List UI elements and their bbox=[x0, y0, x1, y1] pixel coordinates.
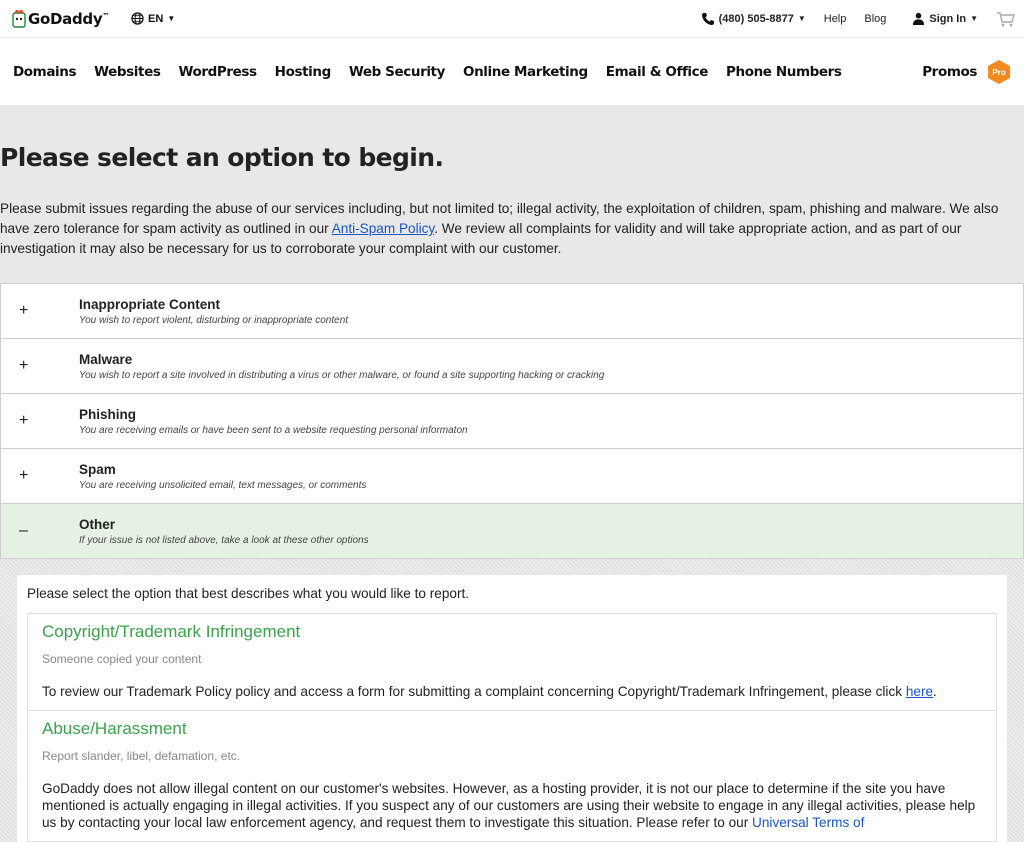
accordion-subtitle: You are receiving emails or have been se… bbox=[79, 424, 468, 436]
report-options-accordion: + Inappropriate Content You wish to repo… bbox=[0, 283, 1024, 559]
accordion-title: Malware bbox=[79, 351, 133, 367]
accordion-item-spam[interactable]: + Spam You are receiving unsolicited ema… bbox=[0, 449, 1024, 504]
accordion-item-other[interactable]: – Other If your issue is not listed abov… bbox=[0, 504, 1024, 559]
accordion-item-phishing[interactable]: + Phishing You are receiving emails or h… bbox=[0, 394, 1024, 449]
nav-wordpress[interactable]: WordPress bbox=[178, 64, 257, 80]
godaddy-logo[interactable]: GoDaddy™ bbox=[12, 9, 110, 28]
option-card-copyright: Copyright/Trademark Infringement Someone… bbox=[27, 613, 997, 711]
option-title: Copyright/Trademark Infringement bbox=[42, 622, 301, 641]
option-subtitle: Someone copied your content bbox=[42, 652, 202, 666]
option-card-abuse-harassment: Abuse/Harassment Report slander, libel, … bbox=[27, 711, 997, 842]
universal-terms-link[interactable]: Universal Terms of bbox=[752, 815, 864, 830]
intro-text: Please submit issues regarding the abuse… bbox=[0, 201, 999, 256]
anti-spam-policy-link[interactable]: Anti-Spam Policy bbox=[332, 221, 435, 236]
chevron-down-icon: ▼ bbox=[797, 14, 806, 23]
accordion-title: Other bbox=[79, 516, 116, 532]
godaddy-logo-icon bbox=[12, 9, 26, 28]
help-link[interactable]: Help bbox=[824, 13, 847, 25]
cart-icon bbox=[997, 11, 1015, 26]
user-icon bbox=[913, 12, 925, 25]
other-options-panel: Please select the option that best descr… bbox=[0, 559, 1024, 842]
accordion-item-malware[interactable]: + Malware You wish to report a site invo… bbox=[0, 339, 1024, 394]
collapse-minus-icon: – bbox=[19, 522, 28, 539]
expand-plus-icon: + bbox=[19, 302, 29, 319]
accordion-subtitle: You wish to report a site involved in di… bbox=[79, 369, 605, 381]
nav-websites[interactable]: Websites bbox=[94, 64, 161, 80]
expand-plus-icon: + bbox=[19, 357, 29, 374]
cart-button[interactable] bbox=[996, 11, 1016, 27]
utility-bar: GoDaddy™ EN ▼ (480) 505-8877 ▼ Help Blog bbox=[0, 0, 1024, 38]
accordion-title: Inappropriate Content bbox=[79, 296, 220, 312]
nav-domains[interactable]: Domains bbox=[13, 64, 77, 80]
accordion-subtitle: You are receiving unsolicited email, tex… bbox=[79, 479, 367, 491]
sign-in-label: Sign In bbox=[929, 12, 967, 25]
globe-icon bbox=[131, 12, 144, 25]
promos-label: Promos bbox=[922, 63, 977, 80]
accordion-subtitle: You wish to report violent, disturbing o… bbox=[79, 314, 349, 326]
language-label: EN bbox=[148, 12, 164, 25]
nav-hosting[interactable]: Hosting bbox=[275, 64, 332, 80]
nav-online-marketing[interactable]: Online Marketing bbox=[463, 64, 588, 80]
accordion-title: Phishing bbox=[79, 406, 136, 422]
promos-link[interactable]: Promos Pro bbox=[922, 59, 1011, 85]
language-selector[interactable]: EN ▼ bbox=[131, 12, 175, 25]
accordion-title: Spam bbox=[79, 461, 116, 477]
expand-plus-icon: + bbox=[19, 412, 29, 429]
pro-badge-icon: Pro bbox=[988, 59, 1010, 84]
nav-email-office[interactable]: Email & Office bbox=[606, 64, 709, 80]
phone-icon bbox=[701, 12, 714, 25]
nav-web-security[interactable]: Web Security bbox=[349, 64, 446, 80]
option-body: To review our Trademark Policy policy an… bbox=[42, 684, 937, 699]
nav-items: Domains Websites WordPress Hosting Web S… bbox=[13, 64, 842, 80]
blog-link[interactable]: Blog bbox=[864, 13, 886, 25]
accordion-subtitle: If your issue is not listed above, take … bbox=[79, 534, 369, 546]
sign-in-menu[interactable]: Sign In ▼ bbox=[912, 12, 978, 25]
option-body: GoDaddy does not allow illegal content o… bbox=[42, 781, 976, 830]
chevron-down-icon: ▼ bbox=[167, 14, 176, 23]
other-options-content: Please select the option that best descr… bbox=[17, 575, 1007, 842]
nav-phone-numbers[interactable]: Phone Numbers bbox=[726, 64, 842, 80]
chevron-down-icon: ▼ bbox=[970, 14, 978, 23]
page-title: Please select an option to begin. bbox=[0, 143, 444, 172]
accordion-item-inappropriate-content[interactable]: + Inappropriate Content You wish to repo… bbox=[0, 284, 1024, 339]
option-subtitle: Report slander, libel, defamation, etc. bbox=[42, 749, 241, 763]
logo-text: GoDaddy™ bbox=[28, 9, 110, 28]
main-navigation: Domains Websites WordPress Hosting Web S… bbox=[0, 38, 1024, 105]
option-title: Abuse/Harassment bbox=[42, 719, 187, 738]
expand-plus-icon: + bbox=[19, 467, 29, 484]
copyright-here-link[interactable]: here bbox=[906, 684, 933, 699]
pro-badge-label: Pro bbox=[992, 68, 1005, 77]
phone-menu[interactable]: (480) 505-8877 ▼ bbox=[701, 12, 806, 26]
panel-intro-text: Please select the option that best descr… bbox=[27, 586, 470, 601]
intro-section: Please select an option to begin. Please… bbox=[0, 105, 1024, 283]
phone-number: (480) 505-8877 bbox=[718, 12, 794, 25]
